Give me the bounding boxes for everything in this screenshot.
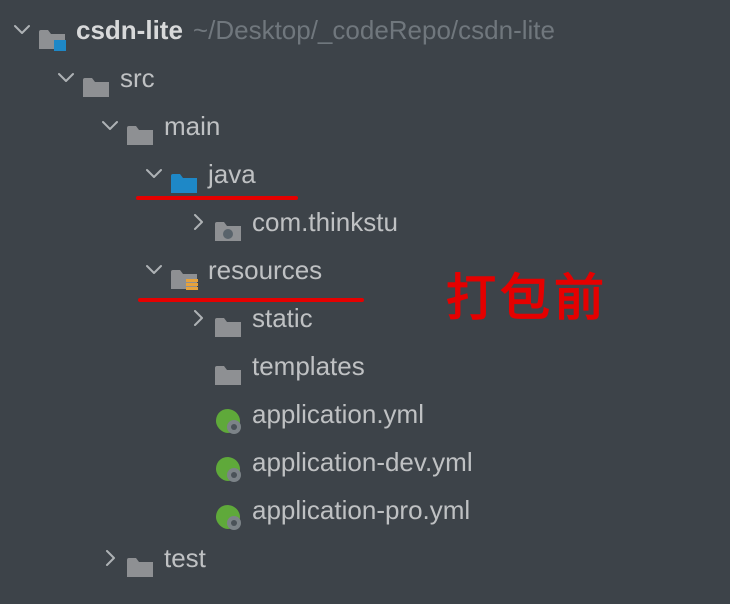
spring-config-icon [214,498,242,522]
tree-item-templates[interactable]: templates [0,342,730,390]
chevron-right-icon[interactable] [190,310,206,326]
annotation-underline-resources [138,298,364,302]
package-label: com.thinkstu [252,198,398,246]
chevron-down-icon[interactable] [102,118,118,134]
project-path: ~/Desktop/_codeRepo/csdn-lite [193,6,555,54]
folder-icon [214,354,242,378]
folder-icon [126,546,154,570]
chevron-down-icon[interactable] [146,262,162,278]
tree-item-project-root[interactable]: csdn-lite ~/Desktop/_codeRepo/csdn-lite [0,6,730,54]
folder-label: src [120,54,155,102]
project-folder-icon [38,18,66,42]
folder-icon [214,306,242,330]
project-name: csdn-lite [76,6,183,54]
tree-item-application-pro-yml[interactable]: application-pro.yml [0,486,730,534]
file-label: application.yml [252,390,424,438]
tree-item-static[interactable]: static [0,294,730,342]
source-folder-icon [170,162,198,186]
folder-label: main [164,102,220,150]
file-label: application-dev.yml [252,438,473,486]
folder-label: templates [252,342,365,390]
chevron-right-icon[interactable] [190,214,206,230]
project-tree: csdn-lite ~/Desktop/_codeRepo/csdn-lite … [0,0,730,582]
spring-config-icon [214,402,242,426]
chevron-down-icon[interactable] [146,166,162,182]
folder-label: java [208,150,256,198]
tree-item-test[interactable]: test [0,534,730,582]
chevron-down-icon[interactable] [58,70,74,86]
resources-folder-icon [170,258,198,282]
tree-item-resources[interactable]: resources [0,246,730,294]
folder-label: resources [208,246,322,294]
file-label: application-pro.yml [252,486,470,534]
spring-config-icon [214,450,242,474]
folder-icon [82,66,110,90]
tree-item-java[interactable]: java [0,150,730,198]
folder-icon [126,114,154,138]
annotation-text: 打包前 [446,258,608,330]
tree-item-main[interactable]: main [0,102,730,150]
tree-item-src[interactable]: src [0,54,730,102]
chevron-right-icon[interactable] [102,550,118,566]
tree-item-application-dev-yml[interactable]: application-dev.yml [0,438,730,486]
tree-item-package[interactable]: com.thinkstu [0,198,730,246]
annotation-underline-java [136,196,298,200]
folder-label: test [164,534,206,582]
chevron-down-icon[interactable] [14,22,30,38]
tree-item-application-yml[interactable]: application.yml [0,390,730,438]
package-icon [214,210,242,234]
